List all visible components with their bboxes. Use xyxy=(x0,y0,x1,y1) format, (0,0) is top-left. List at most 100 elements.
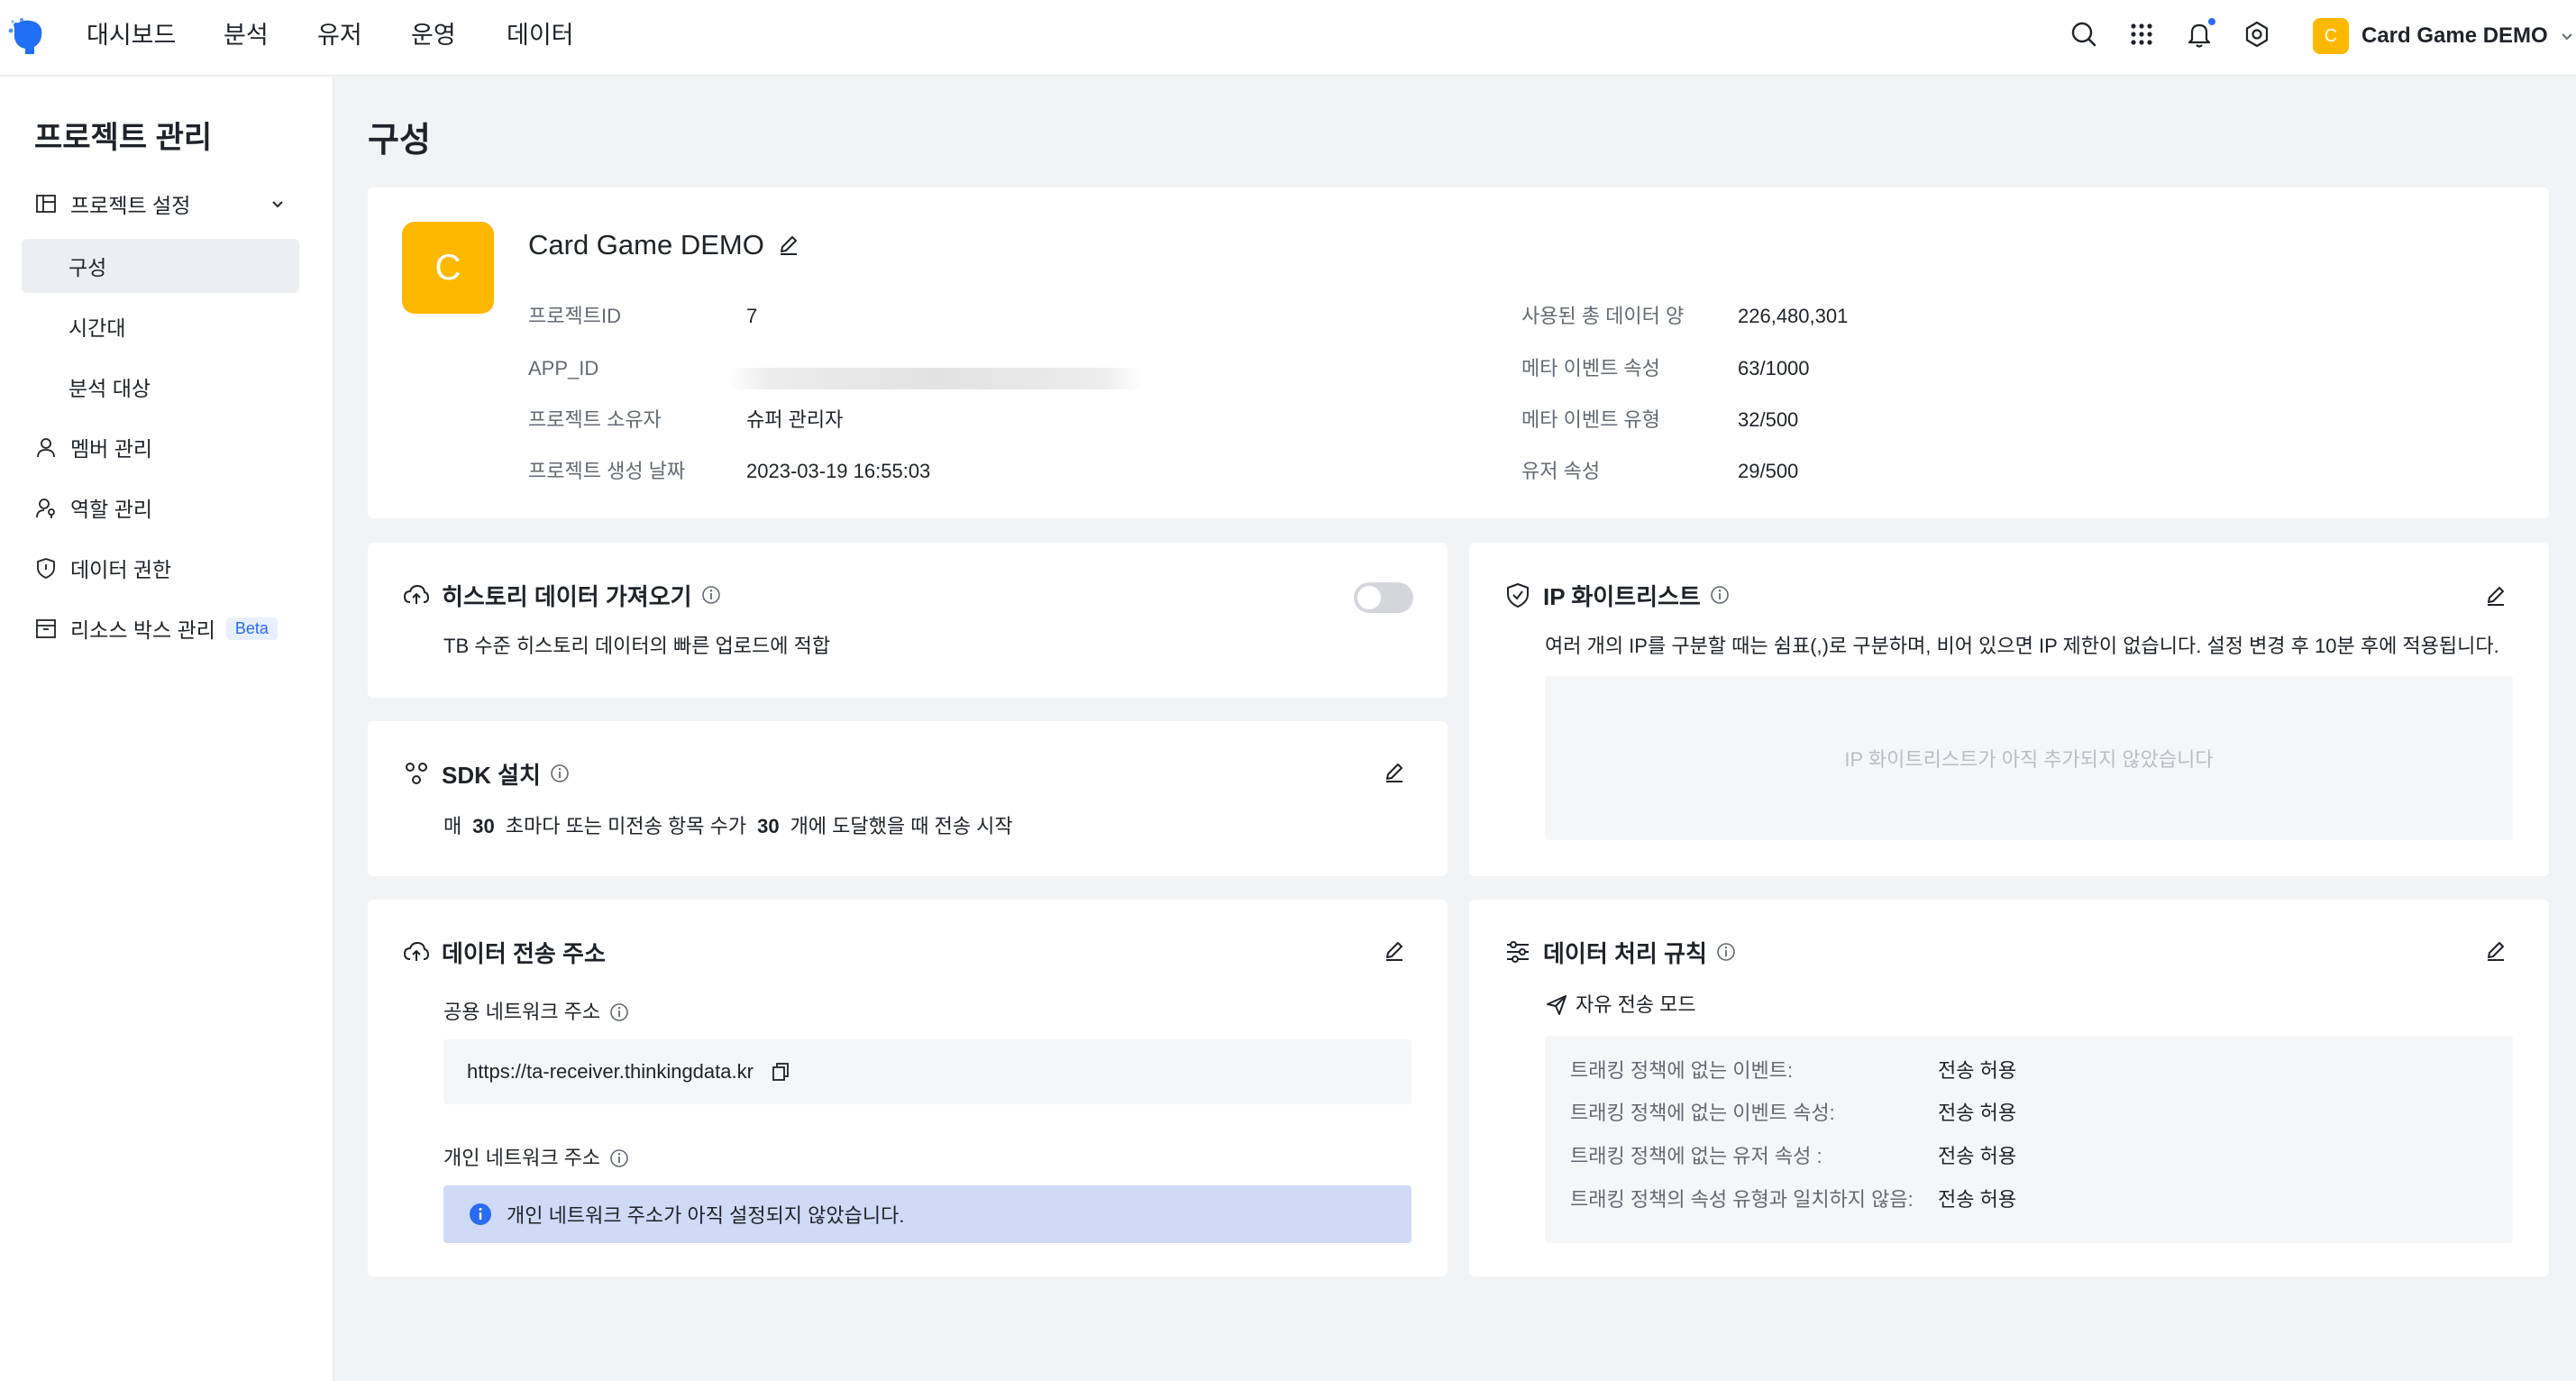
project-created-value: 2023-03-19 16:55:03 xyxy=(746,460,931,482)
project-switcher[interactable]: C Card Game DEMO xyxy=(2313,18,2575,54)
nav-dashboard[interactable]: 대시보드 xyxy=(87,20,176,50)
cloud-upload-icon xyxy=(403,584,430,604)
nav-users[interactable]: 유저 xyxy=(317,20,362,50)
sidebar-item-data-permissions[interactable]: 데이터 권한 xyxy=(22,541,299,595)
ip-whitelist-desc: 여러 개의 IP를 구분할 때는 쉼표(,)로 구분하며, 비어 있으면 IP … xyxy=(1545,635,2499,657)
data-rules-card: 데이터 처리 규칙 자유 전송 모드 트래킹 정책에 없는 이벤트: 전송 허용… xyxy=(1469,900,2549,1276)
project-info-card: C Card Game DEMO 프로젝트ID 7 APP_ID 프로젝트 소유… xyxy=(368,187,2549,518)
sidebar-item-label: 분석 대상 xyxy=(69,377,151,400)
sidebar-item-resource-box[interactable]: 리소스 박스 관리 Beta xyxy=(22,601,299,655)
user-key-icon xyxy=(36,498,55,518)
project-name: Card Game DEMO xyxy=(528,229,764,261)
apps-grid-icon[interactable] xyxy=(2127,20,2156,49)
toggle-knob xyxy=(1357,586,1381,609)
sidebar-item-members[interactable]: 멤버 관리 xyxy=(22,420,299,474)
sidebar-item-label: 역할 관리 xyxy=(70,498,153,521)
ip-whitelist-header: IP 화이트리스트 xyxy=(1503,579,1730,611)
sdk-text-3: 개에 도달했을 때 전송 시작 xyxy=(790,815,1013,837)
nav-data[interactable]: 데이터 xyxy=(507,20,574,50)
layout-icon xyxy=(36,195,56,213)
nav-operations[interactable]: 운영 xyxy=(411,20,456,50)
sidebar-item-timezone[interactable]: 시간대 xyxy=(22,299,299,353)
history-import-header: 히스토리 데이터 가져오기 xyxy=(402,579,721,611)
edit-endpoint-icon[interactable] xyxy=(1383,938,1406,962)
rule-value: 전송 허용 xyxy=(1938,1145,2017,1167)
meta-event-props-value: 63/1000 xyxy=(1738,357,1810,380)
edit-ip-whitelist-icon[interactable] xyxy=(2484,583,2507,607)
private-address-notice-text: 개인 네트워크 주소가 아직 설정되지 않았습니다. xyxy=(507,1204,905,1227)
info-icon[interactable] xyxy=(1716,942,1736,962)
brand-logo-icon[interactable] xyxy=(7,16,49,58)
info-filled-icon xyxy=(470,1203,491,1225)
sidebar: 프로젝트 관리 프로젝트 설정 구성 시간대 분석 대상 멤버 관리 역할 관리… xyxy=(0,77,333,1381)
sidebar-item-label: 멤버 관리 xyxy=(70,437,153,461)
chevron-down-icon xyxy=(272,201,283,208)
shield-icon xyxy=(37,558,55,579)
history-import-card: 히스토리 데이터 가져오기 TB 수준 히스토리 데이터의 빠른 업로드에 적합 xyxy=(368,543,1448,698)
data-endpoint-title: 데이터 전송 주소 xyxy=(442,939,606,967)
rule-value: 전송 허용 xyxy=(1938,1102,2017,1124)
sdk-desc: 매 30 초마다 또는 미전송 항목 수가 30 개에 도달했을 때 전송 시작 xyxy=(443,813,1013,840)
info-icon[interactable] xyxy=(609,1002,629,1022)
info-icon[interactable] xyxy=(550,764,570,783)
data-rules-title: 데이터 처리 규칙 xyxy=(1543,939,1707,967)
sidebar-item-label: 리소스 박스 관리 xyxy=(70,618,215,642)
meta-event-types-label: 메타 이벤트 유형 xyxy=(1521,408,1660,431)
sidebar-item-label: 시간대 xyxy=(69,316,126,340)
sidebar-item-label: 구성 xyxy=(69,256,107,279)
ip-whitelist-title: IP 화이트리스트 xyxy=(1543,582,1701,610)
private-address-notice: 개인 네트워크 주소가 아직 설정되지 않았습니다. xyxy=(443,1185,1411,1243)
nav-analysis[interactable]: 분석 xyxy=(224,20,269,50)
data-rules-header: 데이터 처리 규칙 xyxy=(1503,936,1736,968)
public-address-value: https://ta-receiver.thinkingdata.kr xyxy=(467,1060,754,1083)
sidebar-item-configuration[interactable]: 구성 xyxy=(22,239,299,293)
info-icon[interactable] xyxy=(1710,585,1730,605)
sdk-count: 30 xyxy=(757,815,780,837)
page-title: 구성 xyxy=(368,122,431,160)
project-badge: C xyxy=(2313,18,2349,54)
total-data-label: 사용된 총 데이터 양 xyxy=(1521,305,1685,327)
public-address-field: https://ta-receiver.thinkingdata.kr xyxy=(443,1039,1411,1104)
edit-data-rules-icon[interactable] xyxy=(2484,938,2507,962)
nodes-icon xyxy=(406,763,427,784)
project-id-label: 프로젝트ID xyxy=(528,305,621,327)
rule-label: 트래킹 정책의 속성 유형과 일치하지 않음: xyxy=(1570,1188,1914,1211)
send-icon xyxy=(1547,995,1567,1015)
project-id-value: 7 xyxy=(746,305,758,327)
info-icon[interactable] xyxy=(701,585,721,605)
info-icon[interactable] xyxy=(609,1148,629,1168)
notification-dot xyxy=(2206,16,2217,27)
box-icon xyxy=(36,619,56,638)
data-endpoint-card: 데이터 전송 주소 공용 네트워크 주소 https://ta-receiver… xyxy=(368,900,1448,1276)
rule-value: 전송 허용 xyxy=(1938,1059,2017,1082)
top-navigation-bar: 대시보드 분석 유저 운영 데이터 C Card Game DEMO xyxy=(0,0,2576,76)
user-props-value: 29/500 xyxy=(1738,460,1799,482)
edit-project-name-icon[interactable] xyxy=(777,233,800,256)
chevron-down-icon xyxy=(2562,33,2572,41)
public-address-label-row: 공용 네트워크 주소 xyxy=(443,999,629,1026)
sdk-title: SDK 설치 xyxy=(442,761,541,789)
data-endpoint-header: 데이터 전송 주소 xyxy=(402,936,606,968)
ip-whitelist-card: IP 화이트리스트 여러 개의 IP를 구분할 때는 쉼표(,)로 구분하며, … xyxy=(1469,543,2549,876)
app-id-label: APP_ID xyxy=(528,357,599,380)
project-avatar: C xyxy=(402,222,494,314)
copy-icon[interactable] xyxy=(770,1061,791,1083)
project-created-label: 프로젝트 생성 날짜 xyxy=(528,460,686,482)
history-import-toggle[interactable] xyxy=(1354,582,1413,613)
history-import-desc: TB 수준 히스토리 데이터의 빠른 업로드에 적합 xyxy=(443,635,831,657)
edit-sdk-icon[interactable] xyxy=(1383,760,1406,783)
settings-icon[interactable] xyxy=(2243,20,2271,49)
sidebar-item-project-settings[interactable]: 프로젝트 설정 xyxy=(22,177,299,231)
search-icon[interactable] xyxy=(2069,20,2098,49)
rule-label: 트래킹 정책에 없는 유저 속성 : xyxy=(1570,1145,1822,1167)
beta-badge: Beta xyxy=(225,617,278,640)
meta-event-types-value: 32/500 xyxy=(1738,408,1799,431)
sidebar-item-analysis-target[interactable]: 분석 대상 xyxy=(22,360,299,414)
sidebar-item-roles[interactable]: 역할 관리 xyxy=(22,480,299,535)
cloud-upload-icon xyxy=(403,941,430,961)
public-address-label: 공용 네트워크 주소 xyxy=(443,1001,601,1023)
sdk-text-1: 매 xyxy=(443,815,462,837)
sliders-icon xyxy=(1507,941,1529,963)
sidebar-item-label: 프로젝트 설정 xyxy=(70,194,191,217)
project-owner-label: 프로젝트 소유자 xyxy=(528,408,662,431)
